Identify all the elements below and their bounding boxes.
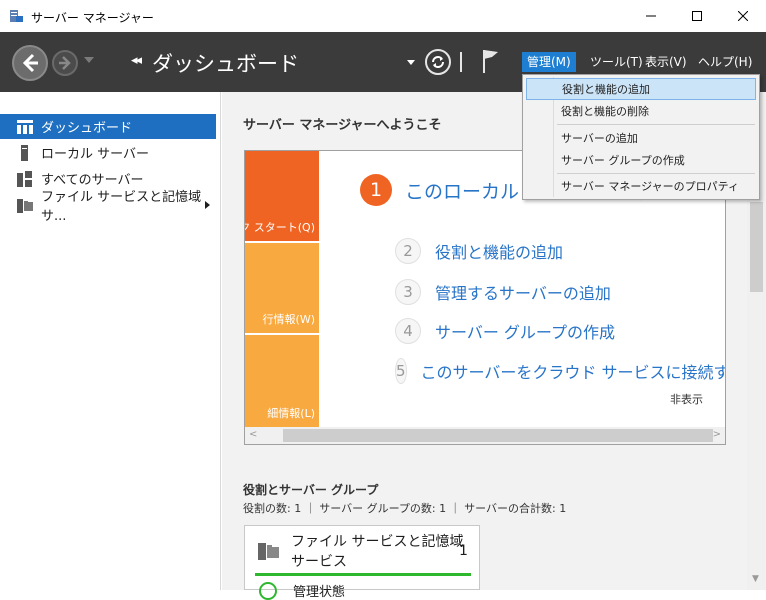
sidebar-item-dashboard[interactable]: ダッシュボード (0, 114, 216, 139)
welcome-title: サーバー マネージャーへようこそ (243, 118, 442, 133)
add-servers-link[interactable]: 管理するサーバーの追加 (435, 280, 611, 304)
step-1-number: 1 (360, 174, 392, 206)
scroll-left-icon[interactable]: < (249, 429, 257, 440)
horizontal-scrollbar[interactable]: < > (245, 427, 725, 444)
sidebar-item-label: ファイル サービスと記憶域サ... (41, 189, 202, 224)
file-services-icon (17, 197, 33, 213)
menu-separator (557, 124, 755, 125)
refresh-icon[interactable] (425, 49, 451, 75)
step-number: 5 (395, 358, 407, 384)
step-3: 3 管理するサーバーの追加 (395, 279, 725, 305)
back-arrow-icon (22, 53, 38, 73)
tile-label: 行情報(W) (262, 313, 315, 326)
sidebar-item-label: ダッシュボード (41, 121, 133, 136)
back-button[interactable] (12, 45, 48, 81)
step-number: 2 (395, 238, 421, 264)
role-status-bar (255, 573, 471, 576)
server-manager-app-icon (8, 8, 24, 24)
menu-item-properties[interactable]: サーバー マネージャーのプロパティ (526, 175, 756, 197)
menu-item-create-group[interactable]: サーバー グループの作成 (526, 149, 756, 171)
cloud-connect-link[interactable]: このサーバーをクラウド サービスに接続する (421, 359, 725, 383)
header-separator (460, 52, 462, 72)
add-roles-link[interactable]: 役割と機能の追加 (435, 239, 563, 263)
hide-link[interactable]: 非表示 (670, 391, 703, 407)
server-icon (17, 144, 33, 161)
manage-dropdown-menu: 役割と機能の追加 役割と機能の削除 サーバーの追加 サーバー グループの作成 サ… (522, 74, 760, 200)
menu-item-add-servers[interactable]: サーバーの追加 (526, 127, 756, 149)
maximize-button[interactable] (674, 0, 720, 32)
roles-summary: 役割の数: 1 ｜ サーバー グループの数: 1 ｜ サーバーの合計数: 1 (243, 502, 567, 515)
step-2: 2 役割と機能の追加 (395, 238, 725, 264)
tile-label: 細情報(L) (267, 407, 315, 420)
scroll-right-icon[interactable]: > (713, 429, 721, 440)
menu-view[interactable]: 表示(V) (640, 52, 692, 72)
role-status-label[interactable]: 管理状態 (293, 581, 345, 600)
role-name: ファイル サービスと記憶域 サービス (291, 532, 463, 572)
notification-flag-icon[interactable] (481, 48, 501, 77)
step-number: 3 (395, 279, 421, 305)
role-name-line1: ファイル サービスと記憶域 (291, 534, 464, 550)
learn-more-tile[interactable]: 細情報(L) (245, 335, 319, 427)
menu-tools[interactable]: ツール(T) (585, 52, 648, 72)
breadcrumb-title: ダッシュボード (152, 52, 299, 76)
scroll-down-icon[interactable]: ▼ (752, 574, 759, 584)
file-services-icon (258, 540, 280, 563)
sidebar-item-local-server[interactable]: ローカル サーバー (0, 140, 216, 165)
close-button[interactable] (720, 0, 766, 32)
role-card-file-services[interactable]: ファイル サービスと記憶域 サービス 1 管理状態 (244, 525, 480, 600)
menu-item-remove-roles[interactable]: 役割と機能の削除 (526, 100, 756, 122)
whats-new-tile[interactable]: 行情報(W) (245, 243, 319, 333)
forward-button[interactable] (52, 50, 78, 76)
minimize-button[interactable] (628, 0, 674, 32)
history-dropdown-icon[interactable] (84, 57, 94, 63)
forward-arrow-icon (59, 56, 71, 70)
sidebar-item-file-services[interactable]: ファイル サービスと記憶域サ... (0, 190, 216, 224)
roles-section-title: 役割とサーバー グループ (243, 483, 379, 497)
create-group-link[interactable]: サーバー グループの作成 (435, 319, 615, 343)
sidebar-item-label: ローカル サーバー (41, 147, 150, 162)
sidebar: ダッシュボード ローカル サーバー すべてのサーバー ファイル サービスと記憶域… (0, 92, 221, 590)
expand-arrow-icon[interactable] (205, 201, 210, 209)
role-name-line2: サービス (291, 554, 347, 570)
menu-help[interactable]: ヘルプ(H) (693, 52, 757, 72)
breadcrumb-dropdown-icon[interactable] (407, 60, 415, 65)
menu-manage[interactable]: 管理(M) (522, 52, 576, 72)
breadcrumb-arrows-icon: ◂◂ (131, 53, 142, 68)
tile-label: ック スタート(Q) (245, 221, 315, 234)
window-title: サーバー マネージャー (31, 11, 154, 25)
status-ok-icon (259, 582, 277, 600)
scrollbar-thumb[interactable] (750, 202, 763, 292)
step-5: 5 このサーバーをクラウド サービスに接続する (395, 358, 725, 384)
role-count: 1 (459, 543, 468, 559)
quick-start-tile[interactable]: ック スタート(Q) (245, 151, 319, 241)
scrollbar-thumb[interactable] (283, 429, 713, 442)
step-4: 4 サーバー グループの作成 (395, 318, 725, 344)
title-bar: サーバー マネージャー (0, 0, 766, 32)
servers-icon (17, 170, 33, 187)
menu-item-add-roles[interactable]: 役割と機能の追加 (526, 78, 756, 100)
step-number: 4 (395, 318, 421, 344)
dashboard-icon (17, 119, 33, 135)
menu-separator (557, 173, 755, 174)
